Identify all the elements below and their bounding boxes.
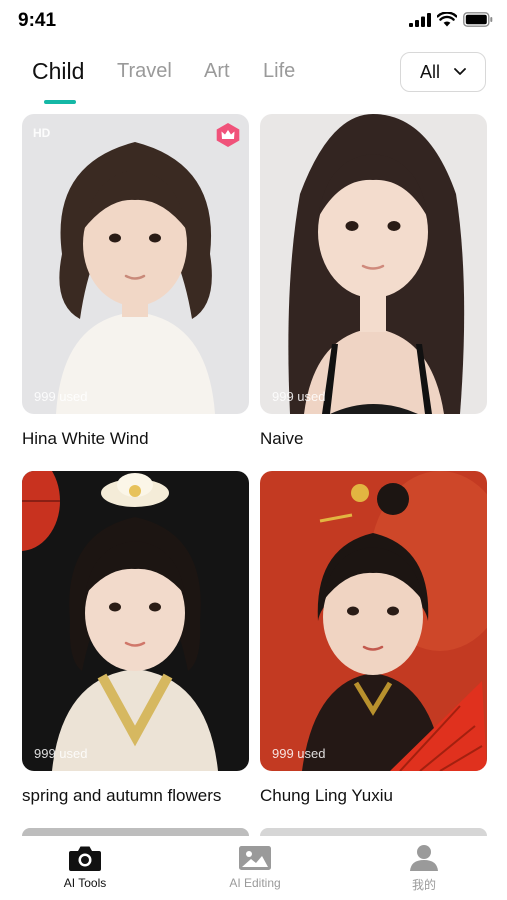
battery-icon bbox=[463, 12, 493, 27]
portrait-image bbox=[260, 114, 487, 414]
template-title: spring and autumn flowers bbox=[22, 786, 222, 805]
status-time: 9:41 bbox=[18, 10, 57, 31]
nav-label: AI Tools bbox=[63, 876, 107, 890]
status-bar: 9:41 bbox=[0, 0, 507, 44]
template-photo[interactable]: HD 999 used bbox=[22, 114, 249, 414]
portrait-image bbox=[22, 471, 249, 771]
template-card[interactable]: HD 999 used Hina White Wind bbox=[22, 114, 249, 448]
portrait-image bbox=[260, 471, 487, 771]
nav-label: AI Editing bbox=[229, 876, 281, 890]
active-tab-indicator bbox=[44, 100, 76, 104]
template-title: Hina White Wind bbox=[22, 429, 149, 448]
nav-ai-editing[interactable]: AI Editing bbox=[195, 844, 315, 890]
tab-life[interactable]: Life bbox=[263, 60, 295, 83]
signal-icon bbox=[409, 12, 431, 27]
template-card[interactable]: 999 used Chung Ling Yuxiu bbox=[260, 471, 487, 805]
camera-icon bbox=[69, 846, 101, 871]
chevron-down-icon bbox=[454, 68, 466, 75]
person-icon bbox=[410, 845, 438, 871]
usage-count: 999 used bbox=[34, 389, 88, 404]
category-tabs: Child Travel Art Life All bbox=[0, 52, 507, 110]
filter-dropdown[interactable]: All bbox=[400, 52, 486, 92]
template-card[interactable]: 999 used spring and autumn flowers bbox=[22, 471, 249, 805]
usage-count: 999 used bbox=[272, 389, 326, 404]
nav-profile[interactable]: 我的 bbox=[364, 844, 484, 893]
template-card[interactable]: 999 used Naive bbox=[260, 114, 487, 448]
template-photo[interactable]: 999 used bbox=[22, 471, 249, 771]
image-icon bbox=[239, 846, 271, 870]
filter-value: All bbox=[419, 61, 440, 82]
hd-badge: HD bbox=[33, 126, 51, 140]
crown-icon bbox=[216, 123, 240, 147]
usage-count: 999 used bbox=[34, 746, 88, 761]
wifi-icon bbox=[437, 12, 457, 27]
nav-label: 我的 bbox=[411, 878, 436, 892]
tab-art[interactable]: Art bbox=[204, 60, 230, 83]
bottom-navigation: AI Tools AI Editing 我的 bbox=[0, 836, 507, 900]
status-icons bbox=[409, 12, 493, 27]
nav-ai-tools[interactable]: AI Tools bbox=[25, 844, 145, 890]
template-title: Chung Ling Yuxiu bbox=[260, 786, 393, 805]
tab-child[interactable]: Child bbox=[32, 58, 84, 85]
template-title: Naive bbox=[260, 429, 304, 448]
template-photo[interactable]: 999 used bbox=[260, 471, 487, 771]
tab-travel[interactable]: Travel bbox=[117, 60, 172, 83]
template-photo[interactable]: 999 used bbox=[260, 114, 487, 414]
portrait-image bbox=[22, 114, 249, 414]
usage-count: 999 used bbox=[272, 746, 326, 761]
